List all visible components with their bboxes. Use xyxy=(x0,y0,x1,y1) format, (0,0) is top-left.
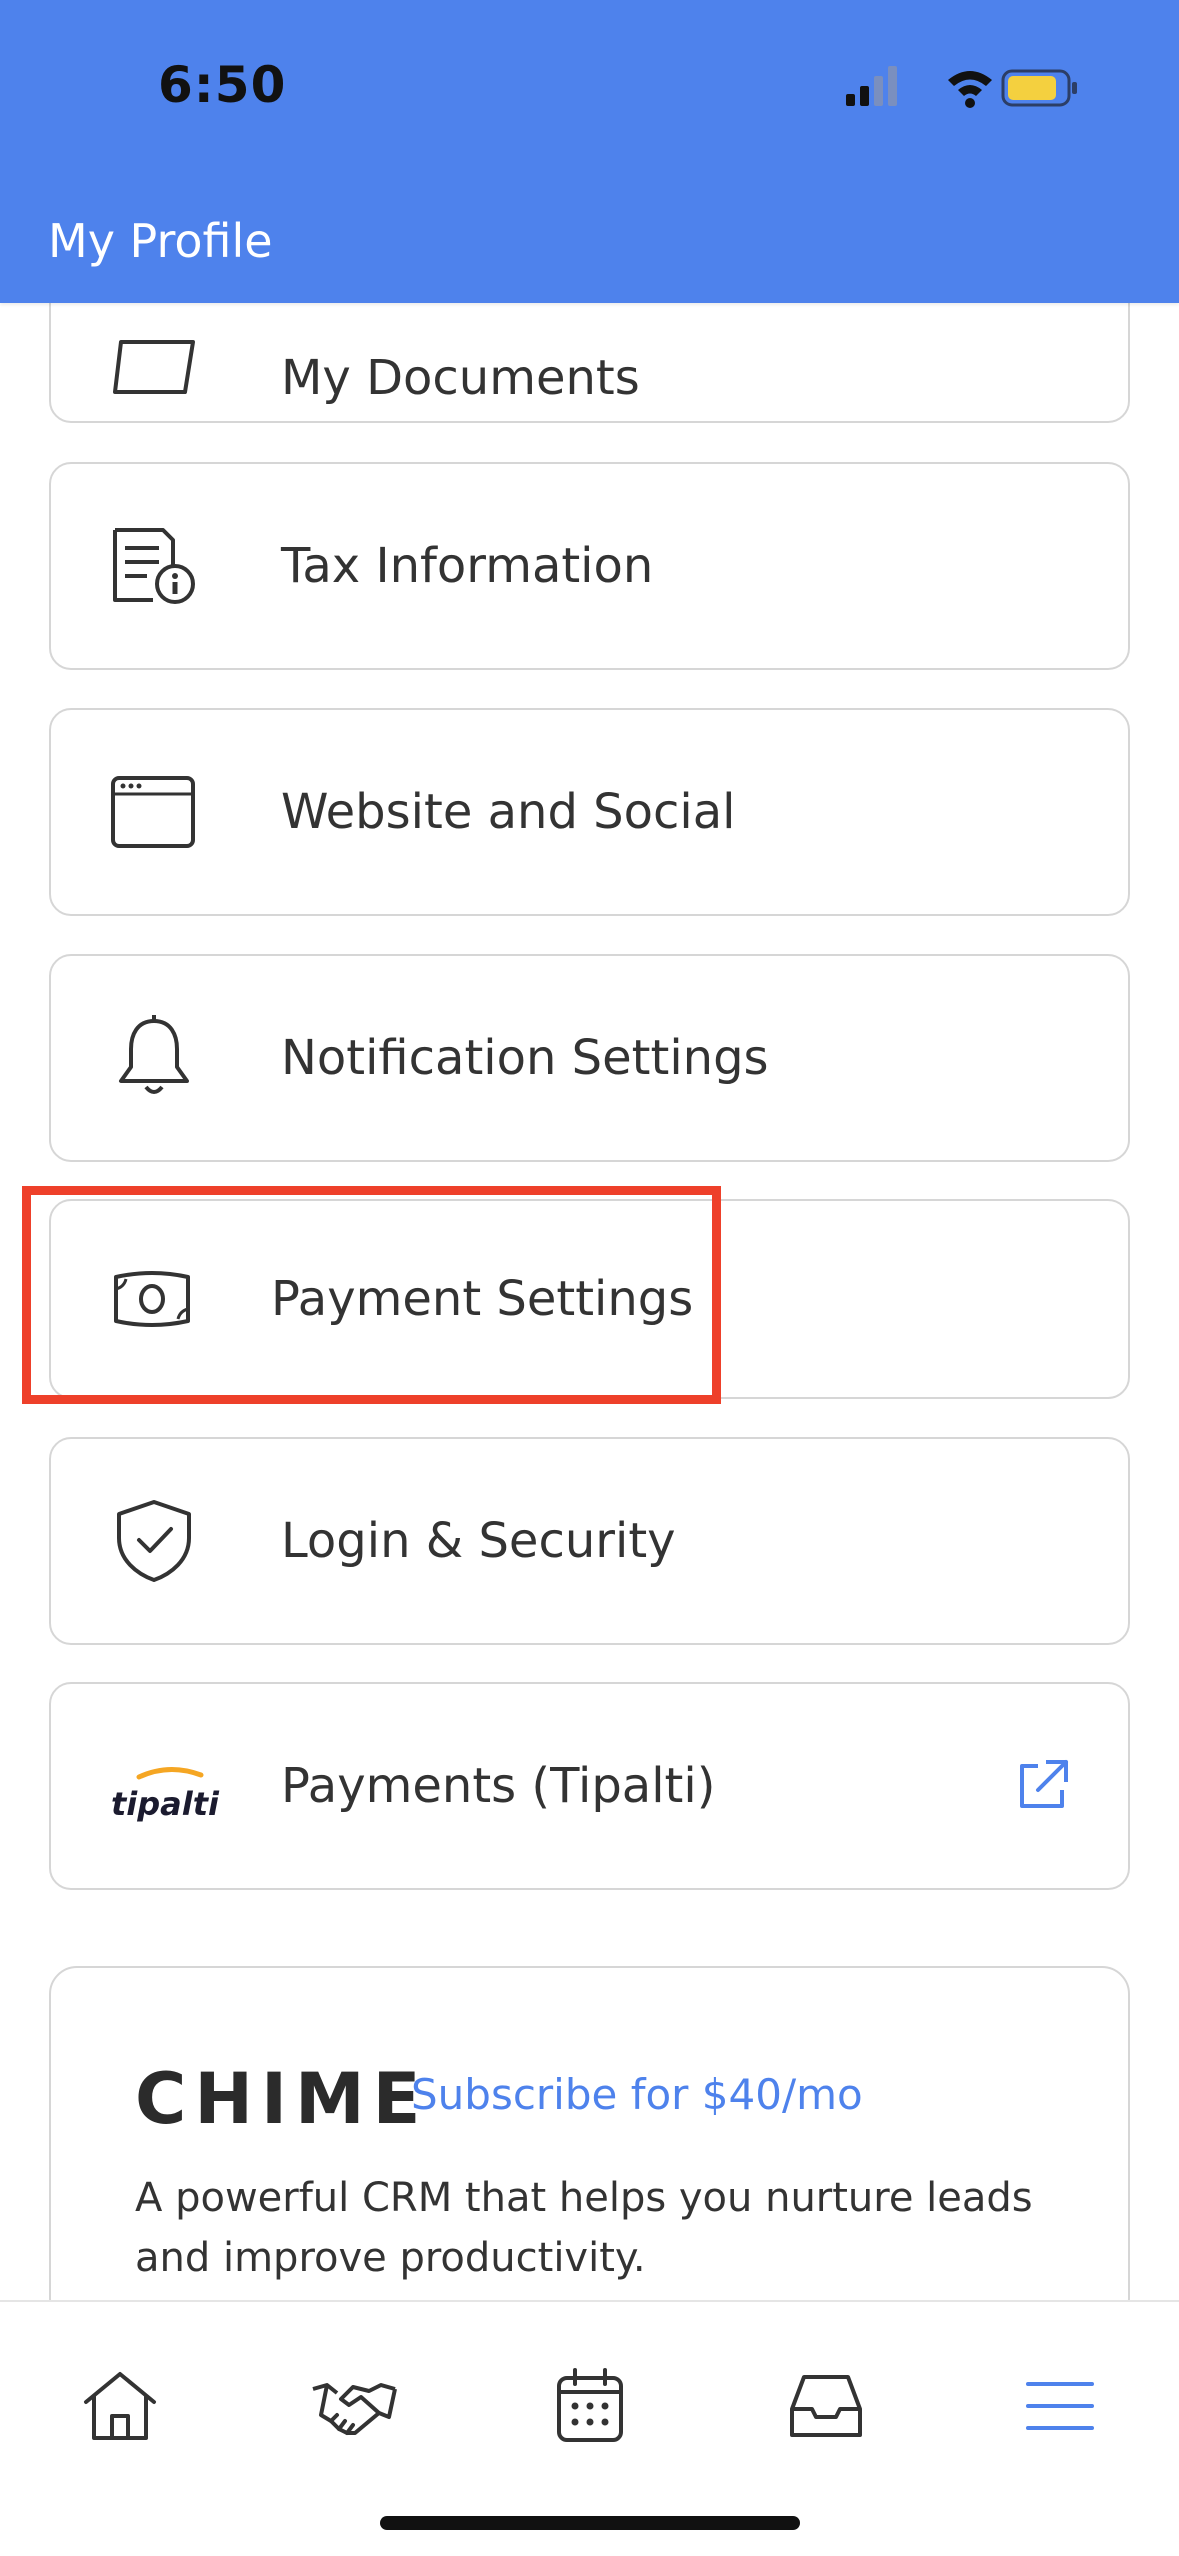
document-info-icon xyxy=(109,521,199,611)
tipalti-logo-text: tipalti xyxy=(111,1785,219,1823)
banknote-icon xyxy=(107,1254,197,1344)
subscribe-link[interactable]: Subscribe for $40/mo xyxy=(411,2070,863,2119)
tab-home[interactable] xyxy=(70,2356,170,2456)
tab-menu[interactable] xyxy=(1010,2356,1110,2456)
tipalti-logo: tipalti xyxy=(109,1741,219,1831)
menu-item-label: Payment Settings xyxy=(271,1271,694,1327)
menu-item-label: Notification Settings xyxy=(281,1030,769,1086)
calendar-icon xyxy=(557,2368,623,2442)
home-icon xyxy=(84,2372,156,2440)
wifi-icon xyxy=(948,71,992,108)
chime-logo: CHIME xyxy=(135,2058,429,2140)
menu-item-payment-settings[interactable]: Payment Settings xyxy=(49,1199,1130,1399)
promo-description: A powerful CRM that helps you nurture le… xyxy=(135,2175,1033,2281)
tab-inbox[interactable] xyxy=(776,2356,876,2456)
chime-promo-card[interactable]: CHIME Subscribe for $40/mo A powerful CR… xyxy=(49,1966,1130,2300)
menu-item-tax-information[interactable]: Tax Information xyxy=(49,462,1130,670)
profile-menu-list[interactable]: My Documents Tax Information Website and… xyxy=(0,303,1179,2300)
menu-item-label: Tax Information xyxy=(281,538,654,594)
menu-item-login-security[interactable]: Login & Security xyxy=(49,1437,1130,1645)
menu-item-my-documents[interactable]: My Documents xyxy=(49,303,1130,423)
external-link-icon[interactable] xyxy=(1012,1756,1072,1816)
home-indicator xyxy=(380,2516,800,2530)
folder-icon xyxy=(109,323,199,413)
menu-item-website-and-social[interactable]: Website and Social xyxy=(49,708,1130,916)
header-bar: 6:50 My Profile xyxy=(0,0,1179,303)
status-time: 6:50 xyxy=(158,56,287,114)
page-title: My Profile xyxy=(48,214,273,268)
menu-item-label: Website and Social xyxy=(281,784,736,840)
inbox-tray-icon xyxy=(790,2375,862,2437)
tab-calendar[interactable] xyxy=(540,2356,640,2456)
battery-icon xyxy=(1001,69,1077,107)
shield-check-icon xyxy=(109,1496,199,1586)
menu-item-label: Login & Security xyxy=(281,1513,676,1569)
handshake-icon xyxy=(312,2383,397,2435)
menu-item-label: Payments (Tipalti) xyxy=(281,1758,716,1814)
menu-item-label: My Documents xyxy=(281,349,640,406)
menu-item-payments-tipalti[interactable]: tipalti Payments (Tipalti) xyxy=(49,1682,1130,1890)
browser-window-icon xyxy=(109,767,199,857)
menu-item-notification-settings[interactable]: Notification Settings xyxy=(49,954,1130,1162)
status-icons xyxy=(840,62,1080,112)
bell-icon xyxy=(109,1013,199,1103)
signal-icon xyxy=(846,66,897,106)
hamburger-menu-icon xyxy=(1026,2382,1094,2430)
tab-deals[interactable] xyxy=(304,2356,404,2456)
